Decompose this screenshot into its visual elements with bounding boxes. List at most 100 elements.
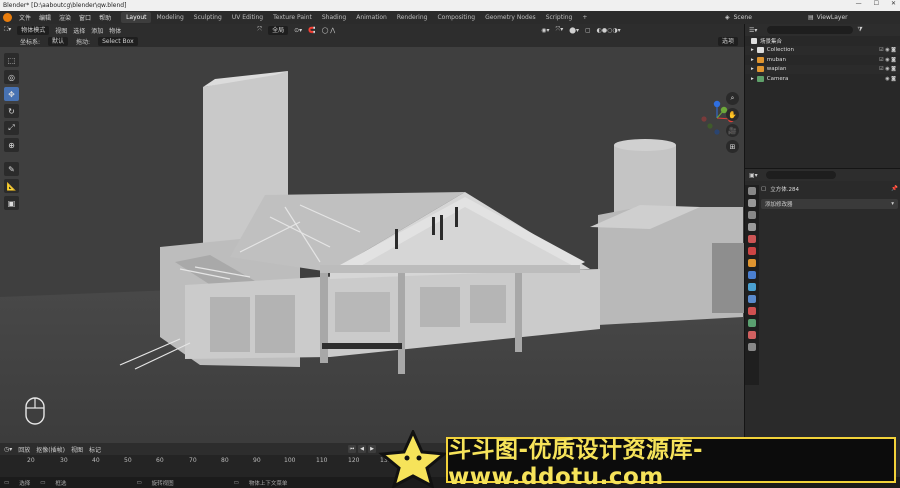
tool-tab-icon[interactable] xyxy=(748,187,756,195)
outliner-row-camera[interactable]: ▸ Camera ◉ ◙ xyxy=(745,74,900,84)
timeline-menu-keying[interactable]: 抠像(插帧) xyxy=(36,445,65,454)
camera-view-icon[interactable]: 🎥 xyxy=(726,124,739,137)
annotate-icon[interactable]: ✎ xyxy=(4,162,19,176)
3d-viewport[interactable] xyxy=(0,47,744,443)
tab-layout[interactable]: Layout xyxy=(121,12,152,23)
rotate-icon[interactable]: ↻ xyxy=(4,104,19,118)
data-tab-icon[interactable] xyxy=(748,319,756,327)
move-icon[interactable]: ✥ xyxy=(4,87,19,101)
scene-tab-icon[interactable] xyxy=(748,235,756,243)
menu-render[interactable]: 渲染 xyxy=(55,13,75,22)
texture-tab-icon[interactable] xyxy=(748,343,756,351)
mode-dropdown[interactable]: 物体模式 xyxy=(17,25,50,35)
add-modifier-dropdown[interactable]: 添加修改器 ▾ xyxy=(761,199,898,209)
tab-geometry-nodes[interactable]: Geometry Nodes xyxy=(480,12,541,23)
expand-arrow-icon[interactable]: ▸ xyxy=(751,76,754,82)
transform-icon[interactable]: ⊕ xyxy=(4,138,19,152)
visibility-toggles[interactable]: ☑ ◉ ◙ xyxy=(879,66,896,72)
shading-modes-icon[interactable]: ◐●○◑▾ xyxy=(597,27,621,34)
menu-object[interactable]: 物体 xyxy=(109,26,121,35)
add-workspace-button[interactable]: + xyxy=(577,12,592,23)
close-button[interactable]: ✕ xyxy=(891,0,896,7)
world-tab-icon[interactable] xyxy=(748,247,756,255)
timeline-menu-marker[interactable]: 标记 xyxy=(89,445,101,454)
pan-hand-icon[interactable]: ✋ xyxy=(726,108,739,121)
tab-texture-paint[interactable]: Texture Paint xyxy=(268,12,317,23)
outliner-row-wapian[interactable]: ▸ wapian ☑ ◉ ◙ xyxy=(745,64,900,74)
options-dropdown[interactable]: 选项 xyxy=(717,37,738,46)
blender-logo-icon[interactable] xyxy=(3,13,12,22)
tab-animation[interactable]: Animation xyxy=(351,12,392,23)
cursor-icon[interactable]: ◎ xyxy=(4,70,19,84)
tab-scripting[interactable]: Scripting xyxy=(541,12,578,23)
select-cursor-icon[interactable]: ⬚ xyxy=(4,53,19,67)
material-tab-icon[interactable] xyxy=(748,331,756,339)
outliner-row-muban[interactable]: ▸ muban ☑ ◉ ◙ xyxy=(745,55,900,65)
tab-shading[interactable]: Shading xyxy=(317,12,351,23)
prev-key-icon[interactable]: ◀ xyxy=(358,445,366,453)
scene-selector[interactable]: ◈ Scene xyxy=(725,12,752,22)
active-object-name[interactable]: 立方体.284 xyxy=(770,185,799,193)
expand-arrow-icon[interactable]: ▸ xyxy=(751,66,754,72)
modifier-tab-icon[interactable] xyxy=(748,271,756,279)
visibility-toggles[interactable]: ☑ ◉ ◙ xyxy=(879,47,896,53)
expand-arrow-icon[interactable]: ▸ xyxy=(751,47,754,53)
add-modifier-label: 添加修改器 xyxy=(765,202,793,208)
drag-dropdown[interactable]: Select Box xyxy=(98,37,138,46)
pivot-icon[interactable]: ⊙▾ xyxy=(294,27,302,34)
overlays-icon[interactable]: ⬤▾ xyxy=(569,27,579,34)
jump-start-icon[interactable]: ⏮ xyxy=(348,445,356,453)
menu-edit[interactable]: 编辑 xyxy=(35,13,55,22)
maximize-button[interactable]: ☐ xyxy=(874,0,879,7)
outliner-scene-collection[interactable]: 场景集合 xyxy=(745,36,900,46)
grid-view-icon[interactable]: ⊞ xyxy=(726,140,739,153)
timeline-editor-icon[interactable]: ◷▾ xyxy=(4,446,12,453)
tab-modeling[interactable]: Modeling xyxy=(151,12,188,23)
zoom-icon[interactable]: ⌕ xyxy=(726,92,739,105)
outliner-row-collection[interactable]: ▸ Collection ☑ ◉ ◙ xyxy=(745,45,900,55)
properties-editor-icon[interactable]: ▣▾ xyxy=(749,172,758,179)
tab-compositing[interactable]: Compositing xyxy=(432,12,480,23)
tab-sculpting[interactable]: Sculpting xyxy=(189,12,227,23)
physics-tab-icon[interactable] xyxy=(748,295,756,303)
play-icon[interactable]: ▶ xyxy=(368,445,376,453)
menu-add[interactable]: 添加 xyxy=(91,26,103,35)
visibility-toggles[interactable]: ☑ ◉ ◙ xyxy=(879,57,896,63)
filter-icon[interactable]: ⧩ xyxy=(857,26,862,34)
visibility-icon[interactable]: ◉▾ xyxy=(541,27,549,34)
properties-search-input[interactable] xyxy=(765,171,836,179)
add-cube-icon[interactable]: ▣ xyxy=(4,196,19,210)
expand-arrow-icon[interactable]: ▸ xyxy=(751,57,754,63)
minimize-button[interactable]: — xyxy=(856,0,862,7)
menu-window[interactable]: 窗口 xyxy=(75,13,95,22)
gizmo-toggle-icon[interactable]: ⤧▾ xyxy=(555,26,563,34)
timeline-menu-playback[interactable]: 回放 xyxy=(18,445,30,454)
timeline-menu-view[interactable]: 视图 xyxy=(71,445,83,454)
transform-orientation-dropdown[interactable]: 全局 xyxy=(268,25,289,35)
snap-icon[interactable]: 🧲 xyxy=(308,27,315,34)
render-tab-icon[interactable] xyxy=(748,199,756,207)
constraints-tab-icon[interactable] xyxy=(748,307,756,315)
menu-view[interactable]: 视图 xyxy=(55,26,67,35)
menu-select[interactable]: 选择 xyxy=(73,26,85,35)
orientation-dropdown[interactable]: 默认 xyxy=(48,37,69,46)
menu-help[interactable]: 帮助 xyxy=(95,13,115,22)
output-tab-icon[interactable] xyxy=(748,211,756,219)
outliner-search-input[interactable] xyxy=(767,26,854,34)
tab-uv-editing[interactable]: UV Editing xyxy=(227,12,268,23)
object-tab-icon[interactable] xyxy=(748,259,756,267)
xray-icon[interactable]: ▢ xyxy=(585,27,591,34)
view-layer-tab-icon[interactable] xyxy=(748,223,756,231)
editor-type-icon[interactable]: ⛶▾ xyxy=(4,26,11,34)
particles-tab-icon[interactable] xyxy=(748,283,756,291)
outliner-header: ☰▾ ⧩ xyxy=(745,24,900,36)
visibility-toggles[interactable]: ◉ ◙ xyxy=(885,76,896,82)
tab-rendering[interactable]: Rendering xyxy=(392,12,433,23)
scale-icon[interactable]: ⤢ xyxy=(4,121,19,135)
proportional-edit-icon[interactable]: ◯ ⋀ xyxy=(322,27,336,34)
measure-icon[interactable]: 📐 xyxy=(4,179,19,193)
pin-icon[interactable]: 📌 xyxy=(891,186,898,192)
view-layer-selector[interactable]: ▤ ViewLayer xyxy=(808,12,848,22)
outliner-editor-icon[interactable]: ☰▾ xyxy=(749,27,757,34)
menu-file[interactable]: 文件 xyxy=(15,13,35,22)
